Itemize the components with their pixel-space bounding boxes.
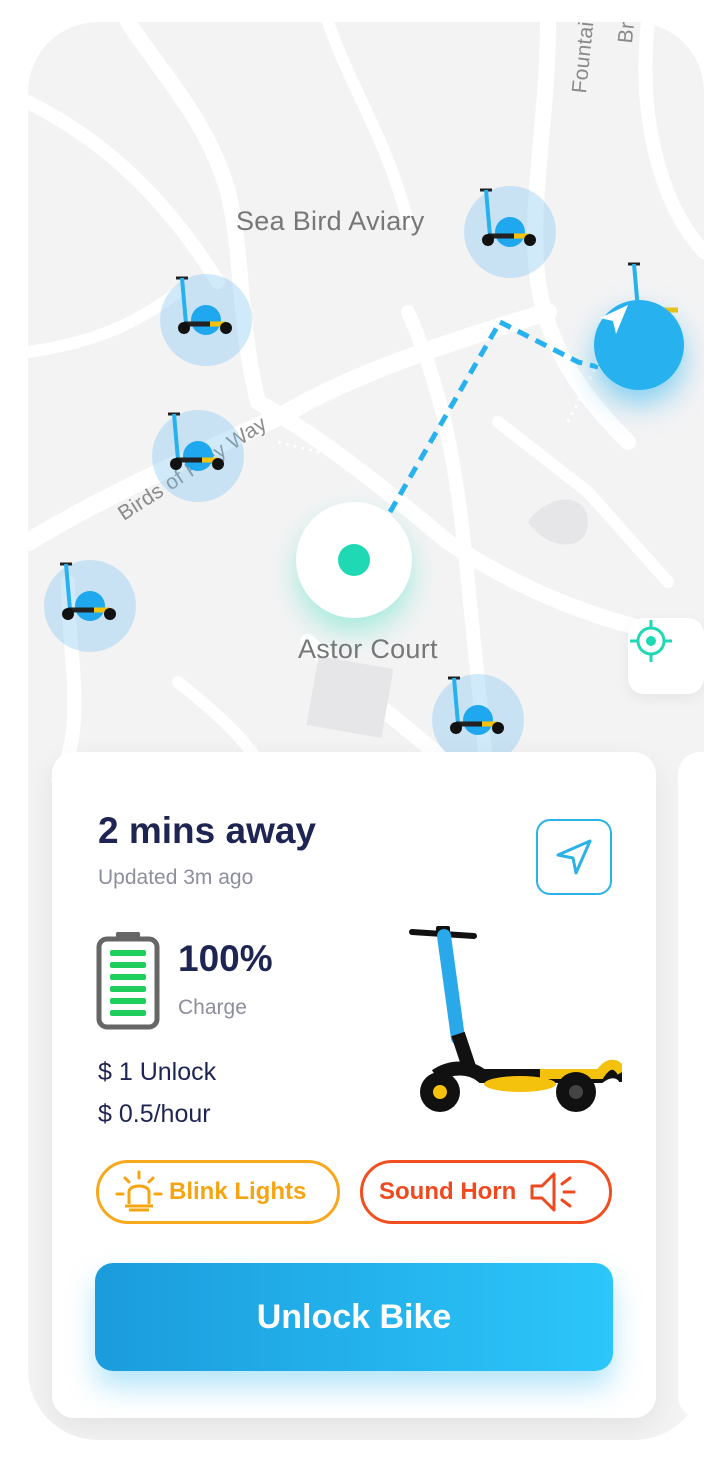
scooter-marker[interactable]: [44, 560, 164, 680]
map-label-sea-bird-aviary: Sea Bird Aviary: [236, 206, 425, 236]
phone-frame: Sea Bird Aviary Astor Court Birds of Pre…: [28, 22, 704, 1440]
updated-timestamp: Updated 3m ago: [98, 866, 254, 889]
unlock-bike-button[interactable]: Unlock Bike: [95, 1263, 613, 1371]
navigation-arrow-icon: [556, 839, 592, 875]
next-card-peek[interactable]: [678, 752, 704, 1418]
scooter-marker[interactable]: [464, 186, 584, 306]
sound-horn-label: Sound Horn: [379, 1178, 517, 1205]
user-location-marker: [296, 502, 412, 618]
scooter-details-card: 2 mins away Updated 3m ago 100% Charge $…: [52, 752, 656, 1418]
crosshair-icon: [630, 620, 672, 662]
blink-lights-label: Blink Lights: [169, 1178, 307, 1205]
scooter-icon: [60, 562, 116, 620]
scooter-image: [409, 926, 622, 1112]
navigation-arrow-icon: [600, 305, 628, 334]
hourly-price: $ 0.5/hour: [98, 1100, 211, 1128]
charge-percentage: 100%: [178, 938, 273, 979]
blink-lights-button[interactable]: Blink Lights: [96, 1160, 340, 1224]
map-label-br: Br: [614, 22, 640, 45]
navigate-button[interactable]: [594, 300, 684, 390]
user-location-dot: [338, 544, 370, 576]
unlock-price: $ 1 Unlock: [98, 1058, 217, 1086]
scooter-marker[interactable]: [160, 274, 280, 394]
scooter-icon: [168, 412, 224, 470]
scooter-icon: [176, 276, 232, 334]
battery-icon: [96, 932, 160, 1030]
scooter-marker[interactable]: [152, 410, 272, 530]
speaker-horn-icon: [530, 1172, 576, 1212]
charge-label: Charge: [178, 996, 247, 1019]
scooter-icon: [448, 676, 504, 734]
scooter-icon: [480, 188, 536, 246]
eta-title: 2 mins away: [98, 810, 317, 851]
sound-horn-button[interactable]: Sound Horn: [360, 1160, 612, 1224]
directions-button[interactable]: [536, 819, 612, 895]
siren-light-icon: [115, 1170, 163, 1212]
map-view[interactable]: Sea Bird Aviary Astor Court Birds of Pre…: [28, 22, 704, 782]
recenter-location-button[interactable]: [628, 618, 704, 694]
map-label-astor-court: Astor Court: [298, 634, 438, 664]
